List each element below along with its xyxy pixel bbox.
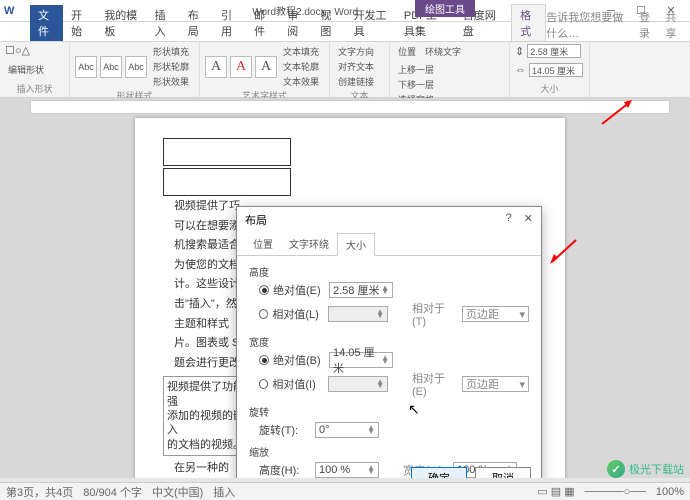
radio-abs-h[interactable] bbox=[259, 285, 269, 295]
share[interactable]: 共享 bbox=[665, 9, 682, 41]
spin-rel-h[interactable]: ▲▼ bbox=[328, 306, 388, 322]
view-buttons[interactable]: ▭ ▤ ▦ bbox=[537, 485, 574, 498]
radio-rel-w[interactable] bbox=[259, 379, 268, 389]
word-icon: W bbox=[4, 5, 14, 17]
dlg-tab-wrap[interactable]: 文字环绕 bbox=[281, 233, 337, 255]
position[interactable]: 位置 bbox=[395, 44, 419, 59]
width-icon: ⇔ bbox=[515, 64, 526, 76]
watermark: ✓ 极光下载站 bbox=[607, 460, 684, 478]
text-dir[interactable]: 文字方向 bbox=[335, 44, 384, 59]
combo-relto-w[interactable]: 页边距▾ bbox=[462, 376, 529, 392]
height-input[interactable]: 2.58 厘米 bbox=[527, 44, 581, 58]
tab-templates[interactable]: 我的模板 bbox=[96, 5, 146, 41]
tab-ref[interactable]: 引用 bbox=[213, 5, 246, 41]
shapes-icon[interactable]: ☐○△ bbox=[5, 44, 30, 57]
text-fill[interactable]: 文本填充 bbox=[280, 44, 322, 59]
shape-outline[interactable]: 形状轮廓 bbox=[150, 59, 192, 74]
tab-home[interactable]: 开始 bbox=[63, 5, 96, 41]
spin-scale-h[interactable]: 100 %▲▼ bbox=[315, 462, 379, 478]
login[interactable]: 登录 bbox=[639, 9, 656, 41]
lang-status[interactable]: 中文(中国) bbox=[152, 484, 203, 500]
ribbon-tabs: 文件 开始 我的模板 插入 布局 引用 邮件 审阅 视图 开发工具 PDF工具集… bbox=[0, 22, 690, 42]
contextual-tab-label: 绘图工具 bbox=[415, 0, 475, 17]
align-text[interactable]: 对齐文本 bbox=[335, 59, 384, 74]
dlg-tab-pos[interactable]: 位置 bbox=[245, 233, 281, 255]
tell-me[interactable]: 告诉我您想要做什么… bbox=[546, 9, 629, 41]
dialog-close[interactable]: ✕ bbox=[524, 212, 533, 228]
help-icon[interactable]: ? bbox=[506, 212, 512, 228]
spin-abs-w[interactable]: 14.05 厘米▲▼ bbox=[329, 352, 393, 368]
tab-insert[interactable]: 插入 bbox=[147, 5, 180, 41]
tab-review[interactable]: 审阅 bbox=[279, 5, 312, 41]
wordart-preset[interactable]: A bbox=[230, 56, 252, 78]
tab-mail[interactable]: 邮件 bbox=[246, 5, 279, 41]
width-input[interactable]: 14.05 厘米 bbox=[529, 63, 583, 77]
spin-rotate[interactable]: 0°▲▼ bbox=[315, 422, 379, 438]
insert-mode[interactable]: 插入 bbox=[213, 484, 235, 500]
status-bar: 第3页，共4页 80/904 个字 中文(中国) 插入 ▭ ▤ ▦ ─────○… bbox=[0, 482, 690, 500]
tab-file[interactable]: 文件 bbox=[30, 5, 63, 41]
workspace: 视频提供了巧 可以在想要添加的 机搜索最适合您的 为使您的文档 计。这些设计可互… bbox=[0, 98, 690, 478]
shape-rect[interactable] bbox=[163, 168, 291, 196]
combo-relto-h[interactable]: 页边距▾ bbox=[462, 306, 529, 322]
ribbon: ☐○△编辑形状插入形状 AbcAbcAbc形状填充形状轮廓形状效果形状样式 AA… bbox=[0, 42, 690, 98]
shape-rect[interactable] bbox=[163, 138, 291, 166]
zoom-level[interactable]: 100% bbox=[656, 486, 684, 498]
spin-rel-w[interactable]: ▲▼ bbox=[328, 376, 388, 392]
wordart-preset[interactable]: A bbox=[255, 56, 277, 78]
wrap-text[interactable]: 环绕文字 bbox=[422, 44, 464, 59]
shape-fill[interactable]: 形状填充 bbox=[150, 44, 192, 59]
style-preset[interactable]: Abc bbox=[125, 56, 147, 78]
edit-shape[interactable]: 编辑形状 bbox=[5, 62, 64, 77]
cancel-button[interactable]: 取消 bbox=[475, 467, 531, 478]
text-effects[interactable]: 文本效果 bbox=[280, 74, 322, 89]
page-status[interactable]: 第3页，共4页 bbox=[6, 484, 73, 500]
ruler[interactable] bbox=[30, 100, 670, 114]
text-outline[interactable]: 文本轮廓 bbox=[280, 59, 322, 74]
style-preset[interactable]: Abc bbox=[75, 56, 97, 78]
cursor-icon: ↖ bbox=[408, 401, 420, 418]
dlg-tab-size[interactable]: 大小 bbox=[337, 233, 375, 256]
word-count[interactable]: 80/904 个字 bbox=[83, 484, 142, 500]
radio-rel-h[interactable] bbox=[259, 309, 268, 319]
spin-abs-h[interactable]: 2.58 厘米▲▼ bbox=[329, 282, 393, 298]
logo-icon: ✓ bbox=[607, 460, 625, 478]
dialog-title: 布局 bbox=[245, 212, 267, 228]
layout-dialog: 布局 ?✕ 位置 文字环绕 大小 高度 绝对值(E)2.58 厘米▲▼ 相对值(… bbox=[236, 206, 542, 478]
tab-view[interactable]: 视图 bbox=[312, 5, 345, 41]
wordart-preset[interactable]: A bbox=[205, 56, 227, 78]
shape-effects[interactable]: 形状效果 bbox=[150, 74, 192, 89]
ok-button[interactable]: 确定 bbox=[411, 467, 467, 478]
radio-abs-w[interactable] bbox=[259, 355, 269, 365]
create-link[interactable]: 创建链接 bbox=[335, 74, 384, 89]
tab-layout[interactable]: 布局 bbox=[180, 5, 213, 41]
tab-format[interactable]: 格式 bbox=[511, 4, 546, 41]
tab-dev[interactable]: 开发工具 bbox=[346, 5, 396, 41]
style-preset[interactable]: Abc bbox=[100, 56, 122, 78]
height-icon: ⇕ bbox=[515, 45, 524, 58]
